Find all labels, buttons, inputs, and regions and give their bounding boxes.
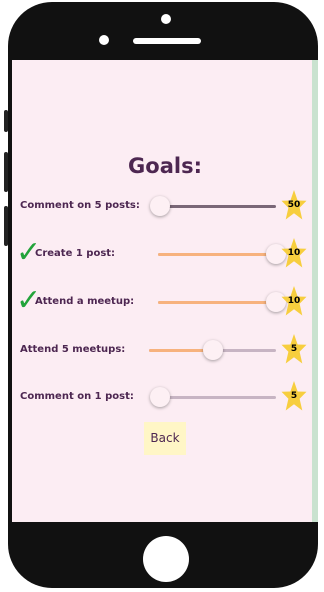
goal-slider-thumb[interactable] [150, 387, 170, 407]
reward-star: 10 [281, 285, 307, 319]
side-button-top [4, 110, 8, 132]
camera-dot [99, 35, 109, 45]
goal-row: ✓ Create 1 post: 10 [12, 235, 318, 273]
goal-row: Comment on 5 posts: 50 [12, 189, 318, 225]
app-screen: Goals: Comment on 5 posts: 50 ✓ Create 1… [12, 60, 318, 522]
reward-value: 10 [287, 248, 301, 258]
page-title: Goals: [128, 154, 202, 178]
goal-slider-fill [158, 301, 276, 304]
goal-label: Attend 5 meetups: [20, 344, 126, 355]
goal-label: Comment on 5 posts: [20, 200, 140, 211]
speaker-slot [133, 38, 201, 44]
goal-label: Attend a meetup: [35, 296, 135, 307]
goal-slider-track[interactable] [150, 196, 276, 216]
goal-slider-track[interactable] [149, 340, 276, 360]
back-button[interactable]: Back [144, 422, 186, 455]
reward-value: 50 [287, 200, 301, 210]
goal-slider-track[interactable] [158, 292, 286, 312]
goal-slider-thumb[interactable] [150, 196, 170, 216]
sensor-dot [161, 14, 171, 24]
goal-label: Create 1 post: [35, 248, 116, 259]
goal-label: Comment on 1 post: [20, 391, 134, 402]
goal-slider-track[interactable] [158, 244, 286, 264]
reward-value: 10 [287, 296, 301, 306]
reward-star: 10 [281, 237, 307, 271]
goal-slider-thumb[interactable] [202, 340, 223, 360]
goal-slider-fill [158, 253, 276, 256]
goal-slider-track[interactable] [150, 387, 276, 407]
goal-row: ✓ Attend a meetup: 10 [12, 283, 318, 321]
reward-star: 50 [281, 189, 307, 223]
goal-row: Attend 5 meetups: 5 [12, 333, 318, 369]
home-button[interactable] [143, 536, 189, 582]
reward-star: 5 [281, 380, 307, 414]
goal-row: Comment on 1 post: 5 [12, 380, 318, 416]
side-button-volume-up [4, 152, 8, 192]
reward-star: 5 [281, 333, 307, 367]
side-button-volume-down [4, 206, 8, 246]
reward-value: 5 [290, 344, 298, 354]
reward-value: 5 [290, 391, 298, 401]
